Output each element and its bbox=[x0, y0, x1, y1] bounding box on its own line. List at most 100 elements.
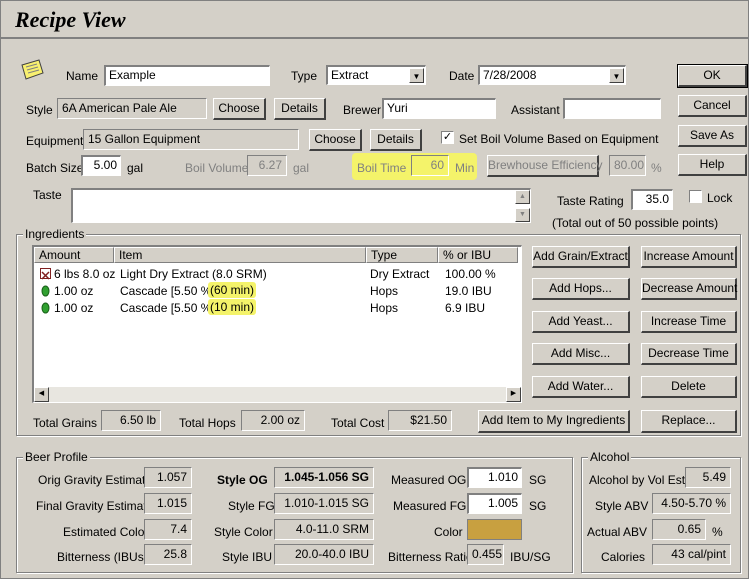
type-label: Type bbox=[291, 69, 318, 83]
add-to-my-ingredients-button[interactable]: Add Item to My Ingredients bbox=[478, 410, 630, 433]
pct-cell: 19.0 IBU bbox=[445, 284, 492, 298]
save-as-button[interactable]: Save As bbox=[678, 125, 747, 147]
hop-icon bbox=[41, 302, 50, 317]
scroll-down-icon[interactable]: ▼ bbox=[515, 208, 530, 222]
actual-abv-label: Actual ABV bbox=[587, 525, 648, 539]
efficiency-field: 80.00 bbox=[609, 155, 646, 176]
ingredients-group-title: Ingredients bbox=[23, 227, 87, 241]
table-row[interactable]: 6 lbs 8.0 oz Light Dry Extract (8.0 SRM)… bbox=[34, 266, 518, 282]
style-color-label: Style Color bbox=[214, 525, 273, 539]
taste-notes-input[interactable]: ▲ ▼ bbox=[71, 188, 531, 223]
abv-estimate-label: Alcohol by Vol Est bbox=[589, 473, 686, 487]
style-label: Style bbox=[26, 103, 53, 117]
style-details-button[interactable]: Details bbox=[274, 98, 326, 120]
batch-size-input[interactable]: 5.00 bbox=[81, 155, 121, 176]
increase-time-button[interactable]: Increase Time bbox=[641, 311, 737, 333]
assistant-label: Assistant bbox=[511, 103, 560, 117]
measured-og-input[interactable]: 1.010 bbox=[467, 467, 522, 488]
scroll-up-icon[interactable]: ▲ bbox=[515, 190, 530, 204]
total-hops-value: 2.00 oz bbox=[241, 410, 305, 431]
type-select[interactable]: Extract ▼ bbox=[326, 65, 426, 85]
og-estimate-label: Orig Gravity Estimate bbox=[38, 473, 153, 487]
amount-cell: 6 lbs 8.0 oz bbox=[54, 267, 116, 281]
equipment-details-button[interactable]: Details bbox=[370, 129, 422, 151]
brewer-input[interactable]: Yuri bbox=[382, 98, 496, 119]
name-label: Name bbox=[66, 69, 99, 83]
chevron-down-icon[interactable]: ▼ bbox=[609, 68, 624, 83]
decrease-time-button[interactable]: Decrease Time bbox=[641, 343, 737, 365]
add-misc-button[interactable]: Add Misc... bbox=[532, 343, 630, 365]
column-type[interactable]: Type bbox=[366, 247, 438, 263]
boil-time-input[interactable]: 60 bbox=[411, 155, 449, 176]
table-row[interactable]: 1.00 oz Cascade [5.50 %] (60 min) Hops 1… bbox=[34, 282, 518, 300]
chevron-down-icon[interactable]: ▼ bbox=[409, 68, 424, 83]
boil-time-label: Boil Time bbox=[357, 161, 407, 175]
lock-checkbox[interactable] bbox=[689, 190, 702, 203]
measured-fg-label: Measured FG bbox=[393, 499, 467, 513]
bitterness-ratio-label: Bitterness Ratio bbox=[388, 550, 473, 564]
fg-estimate-value: 1.015 bbox=[144, 493, 192, 514]
ingredients-table[interactable]: Amount Item Type % or IBU 6 lbs 8.0 oz L… bbox=[32, 245, 522, 403]
assistant-input[interactable] bbox=[563, 98, 661, 119]
taste-rating-input[interactable]: 35.0 bbox=[631, 189, 673, 210]
boil-volume-unit: gal bbox=[293, 161, 310, 175]
style-abv-label: Style ABV bbox=[595, 499, 649, 513]
style-ibu-label: Style IBU bbox=[222, 550, 273, 564]
add-water-button[interactable]: Add Water... bbox=[532, 376, 630, 398]
batch-size-unit: gal bbox=[127, 161, 144, 175]
scroll-right-icon[interactable]: ▶ bbox=[506, 387, 521, 402]
measured-og-label: Measured OG bbox=[391, 473, 467, 487]
fg-estimate-label: Final Gravity Estimate bbox=[36, 499, 154, 513]
bitterness-ratio-value: 0.455 bbox=[467, 544, 504, 565]
ok-button[interactable]: OK bbox=[677, 64, 748, 88]
hop-icon bbox=[41, 285, 50, 300]
replace-button[interactable]: Replace... bbox=[641, 410, 737, 433]
measured-fg-unit: SG bbox=[529, 499, 547, 513]
estimated-color-label: Estimated Color bbox=[63, 525, 149, 539]
add-hops-button[interactable]: Add Hops... bbox=[532, 278, 630, 300]
delete-button[interactable]: Delete bbox=[641, 376, 737, 398]
style-choose-button[interactable]: Choose bbox=[213, 98, 266, 120]
window-title: Recipe View bbox=[15, 7, 126, 32]
measured-fg-input[interactable]: 1.005 bbox=[467, 493, 522, 514]
help-button[interactable]: Help bbox=[678, 154, 747, 176]
add-grain-button[interactable]: Add Grain/Extract bbox=[532, 246, 630, 268]
set-boil-label: Set Boil Volume Based on Equipment bbox=[459, 132, 659, 146]
og-estimate-value: 1.057 bbox=[144, 467, 192, 488]
item-cell: Cascade [5.50 %] bbox=[120, 284, 215, 298]
actual-abv-unit: % bbox=[712, 525, 723, 539]
pct-cell: 6.9 IBU bbox=[445, 301, 486, 315]
cancel-button[interactable]: Cancel bbox=[678, 95, 747, 117]
column-amount[interactable]: Amount bbox=[34, 247, 114, 263]
scroll-left-icon[interactable]: ◀ bbox=[34, 387, 49, 402]
color-label: Color bbox=[434, 525, 463, 539]
increase-amount-button[interactable]: Increase Amount bbox=[641, 246, 737, 268]
date-label: Date bbox=[449, 69, 475, 83]
horizontal-scrollbar[interactable]: ◀ ▶ bbox=[34, 387, 521, 402]
equipment-field: 15 Gallon Equipment bbox=[83, 129, 299, 150]
style-og-label: Style OG bbox=[217, 473, 268, 487]
table-row[interactable]: 1.00 oz Cascade [5.50 %] (10 min) Hops 6… bbox=[34, 299, 518, 317]
decrease-amount-button[interactable]: Decrease Amount bbox=[641, 278, 737, 300]
brewhouse-efficiency-button[interactable]: Brewhouse Efficiency bbox=[487, 155, 603, 177]
date-value: 7/28/2008 bbox=[483, 68, 537, 82]
measured-og-unit: SG bbox=[529, 473, 547, 487]
column-pct-ibu[interactable]: % or IBU bbox=[438, 247, 518, 263]
style-fg-label: Style FG bbox=[228, 499, 275, 513]
equipment-choose-button[interactable]: Choose bbox=[309, 129, 362, 151]
batch-size-label: Batch Size bbox=[26, 161, 84, 175]
color-swatch bbox=[467, 519, 522, 540]
column-item[interactable]: Item bbox=[114, 247, 366, 263]
taste-rating-note: (Total out of 50 possible points) bbox=[552, 216, 719, 230]
style-fg-value: 1.010-1.015 SG bbox=[274, 493, 374, 514]
date-picker[interactable]: 7/28/2008 ▼ bbox=[478, 65, 626, 85]
alcohol-group-title: Alcohol bbox=[588, 450, 632, 464]
lock-label: Lock bbox=[707, 191, 733, 205]
name-input[interactable]: Example bbox=[104, 65, 270, 86]
add-yeast-button[interactable]: Add Yeast... bbox=[532, 311, 630, 333]
actual-abv-value: 0.65 bbox=[652, 519, 706, 540]
brewer-label: Brewer bbox=[343, 103, 382, 117]
equipment-label: Equipment bbox=[26, 134, 84, 148]
set-boil-checkbox[interactable]: ✓ bbox=[441, 131, 454, 144]
bitterness-ratio-unit: IBU/SG bbox=[510, 550, 551, 564]
